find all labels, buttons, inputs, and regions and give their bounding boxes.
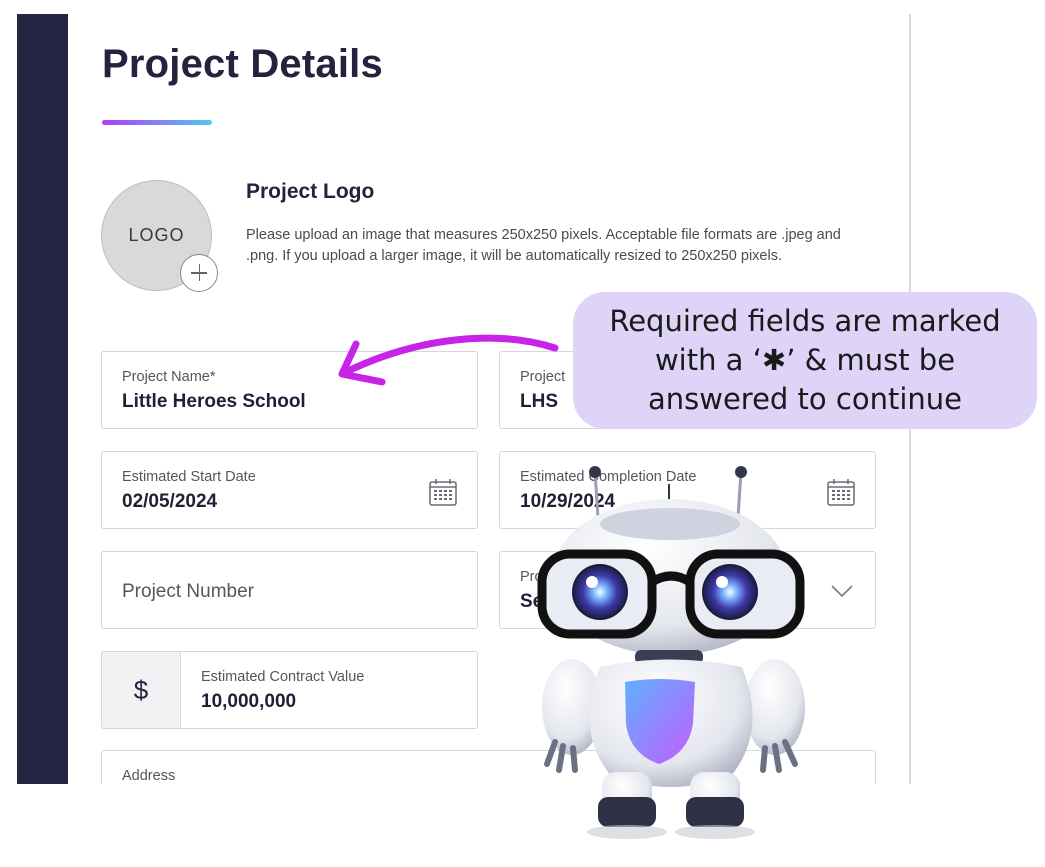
callout-text: Required fields are marked with a ‘✱’ & …: [609, 302, 1000, 419]
contract-value-label: Estimated Contract Value: [201, 669, 365, 685]
chevron-down-icon[interactable]: [831, 584, 853, 598]
start-date-field[interactable]: Estimated Start Date 02/05/2024: [101, 451, 478, 529]
project-abbreviation-value: LHS: [520, 391, 558, 412]
start-date-value: 02/05/2024: [122, 491, 218, 512]
callout-line-2: with a ‘✱’ & must be: [654, 343, 956, 377]
add-logo-icon[interactable]: [180, 254, 218, 292]
project-name-label: Project Name*: [122, 369, 216, 385]
logo-heading: Project Logo: [246, 180, 375, 203]
calendar-icon[interactable]: [827, 479, 855, 506]
required-fields-callout: Required fields are marked with a ‘✱’ & …: [573, 292, 1037, 429]
project-name-value: Little Heroes School: [122, 391, 306, 412]
robot-mascot-illustration: [537, 466, 805, 839]
logo-placeholder-text: LOGO: [128, 225, 185, 245]
currency-prefix: $: [102, 652, 181, 728]
project-number-placeholder: Project Number: [122, 581, 254, 602]
start-date-label: Estimated Start Date: [122, 469, 256, 485]
contract-value-field[interactable]: $ Estimated Contract Value 10,000,000: [101, 651, 478, 729]
page-title: Project Details: [102, 42, 383, 86]
calendar-icon[interactable]: [429, 479, 457, 506]
callout-line-3: answered to continue: [647, 382, 962, 416]
project-number-field[interactable]: Project Number: [101, 551, 478, 629]
sidebar-rail: [17, 14, 68, 784]
annotation-arrow: [338, 334, 559, 386]
callout-line-1: Required fields are marked: [609, 304, 1001, 338]
logo-description: Please upload an image that measures 250…: [246, 227, 841, 264]
contract-value-value: 10,000,000: [201, 691, 297, 712]
title-underline: [102, 120, 212, 125]
address-label: Address: [122, 768, 176, 784]
